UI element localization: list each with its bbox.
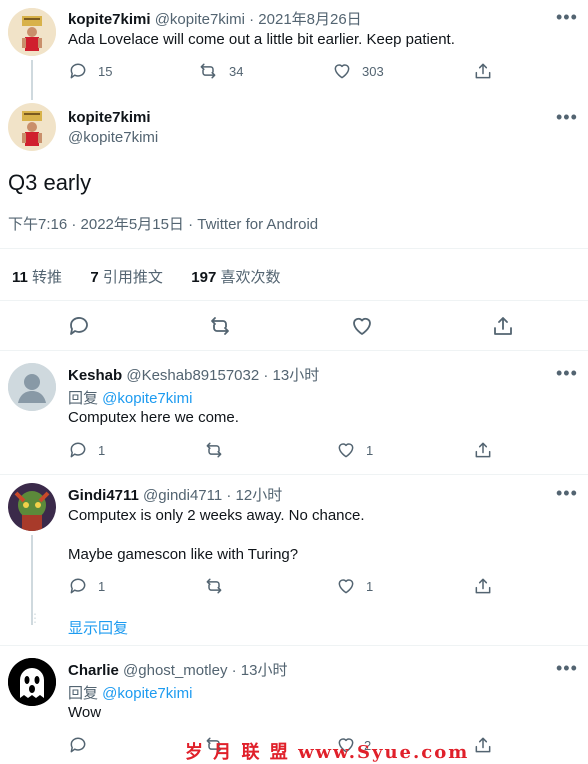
reply-icon[interactable]	[67, 314, 91, 338]
display-name[interactable]: kopite7kimi	[68, 11, 151, 28]
like-icon[interactable]	[350, 314, 374, 338]
default-avatar-icon	[8, 363, 56, 411]
share-icon[interactable]	[473, 440, 493, 460]
reply-icon[interactable]	[68, 440, 88, 460]
handle-time[interactable]: @kopite7kimi · 2021年8月26日	[155, 11, 362, 28]
reply-count: 1	[98, 579, 106, 594]
avatar[interactable]	[8, 363, 56, 411]
tweet-header: kopite7kimi @kopite7kimi · 2021年8月26日	[68, 8, 362, 29]
handle-time[interactable]: @ghost_motley · 13小时	[123, 662, 287, 679]
thread-dots: ⋮	[29, 611, 41, 625]
avatar-image	[8, 483, 56, 531]
like-stat-label: 喜欢次数	[220, 269, 281, 286]
share-icon[interactable]	[473, 576, 493, 596]
retweet-icon[interactable]	[198, 61, 218, 81]
retweet-icon[interactable]	[204, 440, 224, 460]
show-replies-link[interactable]: 显示回复	[68, 617, 128, 638]
display-name[interactable]: Charlie	[68, 662, 119, 679]
avatar[interactable]	[8, 658, 56, 706]
quote-stat-label: 引用推文	[102, 269, 163, 286]
replying-to-link[interactable]: @kopite7kimi	[102, 390, 192, 407]
engagement-stats: 11 转推 7 引用推文 197 喜欢次数	[12, 266, 280, 287]
retweet-stat[interactable]: 11 转推	[12, 269, 62, 286]
tweet-header: Keshab @Keshab89157032 · 13小时	[68, 364, 319, 385]
replying-to-label: 回复	[68, 685, 103, 702]
like-count: 1	[366, 443, 374, 458]
more-icon[interactable]: •••	[556, 364, 578, 382]
reply-icon[interactable]	[68, 735, 88, 755]
more-icon[interactable]: •••	[556, 659, 578, 677]
display-name[interactable]: kopite7kimi	[68, 109, 151, 126]
replying-to-label: 回复	[68, 390, 103, 407]
like-stat-count: 197	[191, 269, 217, 286]
tweet-text: Ada Lovelace will come out a little bit …	[68, 31, 455, 48]
share-icon[interactable]	[491, 314, 515, 338]
avatar-image	[8, 8, 56, 56]
divider	[0, 300, 588, 301]
more-icon[interactable]: •••	[556, 484, 578, 502]
tweet-text: Computex is only 2 weeks away. No chance…	[68, 507, 365, 524]
divider	[0, 645, 588, 646]
divider	[0, 248, 588, 249]
reply-count: 1	[98, 443, 106, 458]
handle-time[interactable]: @gindi4711 · 12小时	[143, 487, 282, 504]
retweet-icon[interactable]	[204, 576, 224, 596]
replying-to: 回复 @kopite7kimi	[68, 387, 192, 408]
retweet-stat-label: 转推	[32, 269, 63, 286]
like-stat[interactable]: 197 喜欢次数	[191, 269, 280, 286]
avatar[interactable]	[8, 103, 56, 151]
tweet-header: Gindi4711 @gindi4711 · 12小时	[68, 484, 282, 505]
watermark: 岁 月 联 盟 www.Syue.com	[185, 742, 470, 763]
more-icon[interactable]: •••	[556, 8, 578, 26]
tweet-text: Wow	[68, 704, 102, 721]
tweet-text: Q3 early	[8, 170, 92, 195]
reply-icon[interactable]	[68, 576, 88, 596]
replying-to: 回复 @kopite7kimi	[68, 682, 192, 703]
replying-to-link[interactable]: @kopite7kimi	[102, 685, 192, 702]
like-icon[interactable]	[332, 61, 352, 81]
more-icon[interactable]: •••	[556, 108, 578, 126]
thread-line	[31, 60, 33, 100]
ghost-avatar-icon	[8, 658, 56, 706]
quote-stat[interactable]: 7 引用推文	[90, 269, 163, 286]
reply-icon[interactable]	[68, 61, 88, 81]
reply-count: 15	[98, 64, 113, 79]
display-name[interactable]: Gindi4711	[68, 487, 139, 504]
retweet-stat-count: 11	[12, 269, 28, 286]
retweet-icon[interactable]	[208, 314, 232, 338]
share-icon[interactable]	[473, 61, 493, 81]
divider	[0, 474, 588, 475]
display-name[interactable]: Keshab	[68, 367, 122, 384]
avatar-image	[8, 103, 56, 151]
avatar[interactable]	[8, 483, 56, 531]
tweet-meta[interactable]: 下午7:16 · 2022年5月15日 · Twitter for Androi…	[8, 213, 318, 234]
like-count: 1	[366, 579, 374, 594]
avatar[interactable]	[8, 8, 56, 56]
retweet-count: 34	[229, 64, 244, 79]
handle[interactable]: @kopite7kimi	[68, 129, 158, 146]
like-count: 303	[362, 64, 384, 79]
like-icon[interactable]	[336, 576, 356, 596]
divider	[0, 350, 588, 351]
tweet-header: Charlie @ghost_motley · 13小时	[68, 659, 288, 680]
share-icon[interactable]	[473, 735, 493, 755]
quote-stat-count: 7	[90, 269, 99, 286]
tweet-text-line2: Maybe gamescon like with Turing?	[68, 546, 299, 563]
handle-time[interactable]: @Keshab89157032 · 13小时	[126, 367, 319, 384]
like-icon[interactable]	[336, 440, 356, 460]
tweet-text: Computex here we come.	[68, 409, 239, 426]
